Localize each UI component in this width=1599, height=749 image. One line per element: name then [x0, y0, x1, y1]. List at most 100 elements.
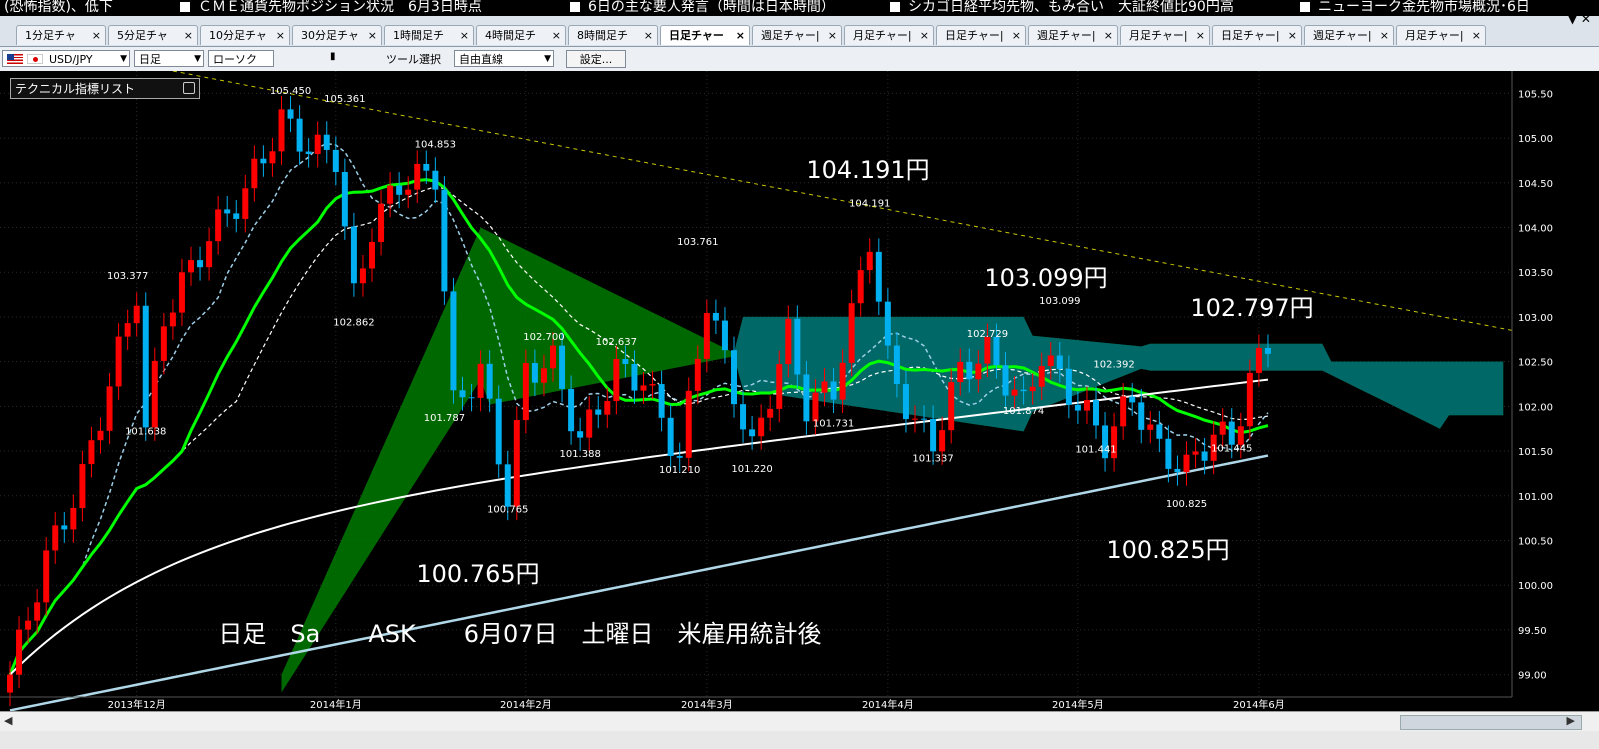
candle-body — [703, 312, 710, 359]
candle-body — [396, 185, 403, 195]
close-icon[interactable]: × — [828, 26, 837, 46]
close-icon[interactable]: × — [1012, 26, 1021, 46]
tab-label: 日足チャー| — [1221, 29, 1280, 42]
square-bullet-icon — [1300, 2, 1310, 12]
tab-chart-14[interactable]: 週足チャー| × — [1304, 25, 1394, 45]
draw-tool-select[interactable]: 自由直線 ▼ — [454, 50, 554, 67]
x-tick-label: 2014年3月 — [681, 698, 733, 711]
candle-body — [613, 359, 620, 402]
candle-body — [758, 417, 765, 437]
ticker-item[interactable]: ＣＭＥ通貨先物ポジション状況 6月3日時点 — [180, 0, 482, 16]
candle-body — [812, 392, 819, 422]
candle-body — [1255, 347, 1262, 373]
tab-chart-2[interactable]: 10分足チャ × — [200, 25, 290, 45]
tab-chart-9[interactable]: 月足チャー| × — [844, 25, 934, 45]
candle-body — [794, 318, 801, 375]
tab-label: 週足チャー| — [1313, 29, 1372, 42]
chart-type-label: ローソク — [213, 53, 257, 66]
cursor-icon[interactable]: ▮ — [330, 51, 336, 62]
close-icon[interactable]: × — [552, 26, 561, 46]
chart-type-select[interactable]: ローソク — [208, 50, 274, 67]
candle-body — [875, 251, 882, 302]
indicator-list-button[interactable]: テクニカル指標リスト — [10, 78, 200, 99]
candle-body — [984, 336, 991, 364]
price-label-16: 101.337 — [912, 453, 953, 464]
tab-chart-7[interactable]: 日足チャー × — [660, 25, 750, 45]
tab-chart-0[interactable]: 1分足チャ × — [16, 25, 106, 45]
tab-controls[interactable]: ▼ ✕ — [1568, 12, 1591, 26]
settings-button[interactable]: 設定... — [566, 50, 626, 68]
price-chart[interactable]: 105.450 105.361 104.853 103.377 102.862 101.6… — [0, 38, 1599, 712]
price-label-17: 102.729 — [967, 329, 1008, 340]
ticker-item[interactable]: 6日の主な要人発言（時間は日本時間） — [570, 0, 835, 16]
candle-body — [251, 158, 258, 189]
scroll-left-icon[interactable]: ◀ — [4, 714, 12, 727]
candle-body — [1120, 396, 1127, 427]
candle-body — [477, 363, 484, 398]
status-bar — [0, 731, 1599, 749]
price-label-9: 101.388 — [559, 449, 600, 460]
close-icon[interactable]: × — [1380, 26, 1389, 46]
candle-body — [993, 336, 1000, 366]
tab-chart-8[interactable]: 週足チャー| × — [752, 25, 842, 45]
tab-chart-15[interactable]: 月足チャー| × — [1396, 25, 1486, 45]
candle-body — [930, 418, 937, 452]
tab-chart-11[interactable]: 週足チャー| × — [1028, 25, 1118, 45]
close-icon[interactable]: × — [92, 26, 101, 46]
tab-chart-4[interactable]: 1時間足チ × — [384, 25, 474, 45]
tab-label: 日足チャー — [669, 29, 724, 42]
ticker-item[interactable]: ニューヨーク金先物市場概況･6日 — [1300, 0, 1530, 16]
price-label-20: 102.392 — [1093, 359, 1134, 370]
candle-body — [359, 268, 366, 284]
tab-chart-3[interactable]: 30分足チャ × — [292, 25, 382, 45]
y-tick-label: 105.00 — [1518, 134, 1553, 145]
candle-body — [721, 320, 728, 351]
candle-body — [450, 291, 457, 391]
y-tick-label: 99.00 — [1518, 671, 1547, 682]
close-icon[interactable]: × — [184, 26, 193, 46]
close-icon[interactable]: × — [1104, 26, 1113, 46]
chart-svg: 105.450 105.361 104.853 103.377 102.862 101.6… — [0, 38, 1553, 712]
ticker-item[interactable]: シカゴ日経平均先物、もみ合い 大証終値比90円高 — [890, 0, 1234, 16]
x-tick-label: 2014年4月 — [862, 698, 914, 711]
y-tick-label: 105.50 — [1518, 89, 1553, 100]
close-icon[interactable]: × — [460, 26, 469, 46]
scroll-right-icon[interactable]: ▶ — [1567, 714, 1575, 727]
tab-chart-13[interactable]: 日足チャー| × — [1212, 25, 1302, 45]
close-icon[interactable]: × — [1472, 26, 1481, 46]
tab-chart-12[interactable]: 月足チャー| × — [1120, 25, 1210, 45]
timeframe-select[interactable]: 日足 ▼ — [134, 50, 204, 67]
candle-body — [785, 318, 792, 365]
candle-body — [1083, 400, 1090, 411]
collapse-icon[interactable] — [183, 82, 195, 94]
price-label-1: 105.361 — [324, 94, 365, 105]
tab-chart-6[interactable]: 8時間足チ × — [568, 25, 658, 45]
tab-chart-10[interactable]: 日足チャー| × — [936, 25, 1026, 45]
close-icon[interactable]: × — [736, 26, 745, 46]
horizontal-scrollbar[interactable]: ◀ ▶ — [0, 711, 1599, 732]
square-bullet-icon — [180, 2, 190, 12]
candle-body — [278, 109, 285, 152]
ticker-item[interactable]: (恐怖指数)、低下 — [4, 0, 113, 16]
candle-body — [151, 360, 158, 428]
close-icon[interactable]: × — [1196, 26, 1205, 46]
candle-body — [857, 270, 864, 304]
y-tick-label: 103.50 — [1518, 268, 1553, 279]
candle-body — [1093, 400, 1099, 426]
candle-body — [7, 674, 13, 693]
close-icon[interactable]: × — [276, 26, 285, 46]
candle-body — [540, 368, 547, 383]
scroll-thumb[interactable] — [1400, 715, 1582, 730]
candle-body — [1165, 438, 1172, 469]
square-bullet-icon — [570, 2, 580, 12]
close-icon[interactable]: × — [920, 26, 929, 46]
close-icon[interactable]: × — [1288, 26, 1297, 46]
currency-pair-select[interactable]: USD/JPY ▼ — [2, 50, 130, 67]
close-icon[interactable]: × — [368, 26, 377, 46]
tab-chart-1[interactable]: 5分足チャ × — [108, 25, 198, 45]
close-icon[interactable]: × — [644, 26, 653, 46]
tab-chart-5[interactable]: 4時間足チ × — [476, 25, 566, 45]
candle-body — [206, 241, 213, 268]
candle-body — [1174, 468, 1181, 473]
tab-label: 4時間足チ — [485, 29, 536, 42]
